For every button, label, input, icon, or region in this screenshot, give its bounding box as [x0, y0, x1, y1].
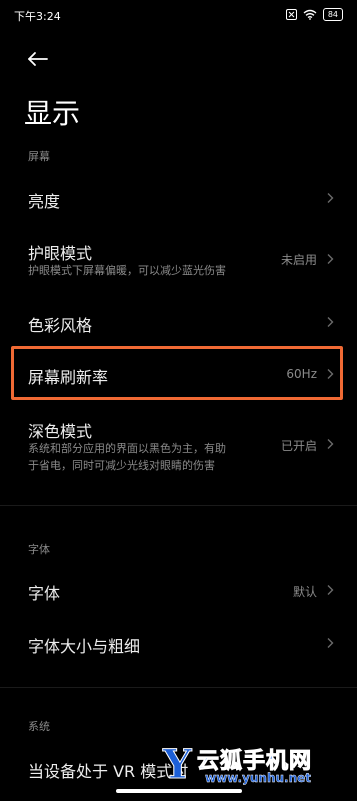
status-icons: 84 — [285, 8, 343, 21]
chevron-right-icon — [327, 254, 334, 264]
setting-title: 字体大小与粗细 — [28, 637, 141, 656]
watermark-logo: Y — [163, 741, 193, 789]
setting-font[interactable]: 字体 默认 — [0, 570, 357, 610]
status-bar: 下午3:24 84 — [0, 0, 357, 30]
back-button[interactable] — [24, 44, 54, 74]
setting-title: 亮度 — [28, 192, 61, 211]
highlight-box — [11, 346, 343, 400]
chevron-right-icon — [327, 193, 334, 203]
alarm-off-icon — [285, 9, 297, 20]
home-indicator[interactable] — [116, 789, 242, 793]
status-time: 下午3:24 — [14, 10, 61, 23]
setting-title: 深色模式 — [28, 422, 93, 441]
section-divider — [0, 687, 357, 688]
setting-subtitle-line1: 系统和部分应用的界面以黑色为主，有助 — [28, 442, 226, 455]
setting-title: 字体 — [28, 584, 61, 603]
setting-value: 默认 — [292, 585, 317, 599]
setting-title: 色彩风格 — [28, 316, 93, 335]
watermark: Y 云狐手机网 www.yunhu.net — [163, 741, 353, 789]
setting-subtitle-line2: 于省电，同时可减少光线对眼睛的伤害 — [28, 459, 215, 472]
setting-subtitle: 护眼模式下屏幕偏暖，可以减少蓝光伤害 — [28, 264, 226, 277]
section-label-screen: 屏幕 — [28, 150, 50, 163]
setting-font-size-weight[interactable]: 字体大小与粗细 — [0, 623, 357, 663]
setting-color-style[interactable]: 色彩风格 — [0, 302, 357, 342]
chevron-right-icon — [327, 439, 334, 449]
setting-value: 已开启 — [280, 439, 317, 453]
back-arrow-icon — [28, 52, 48, 66]
section-divider — [0, 505, 357, 506]
section-label-font: 字体 — [28, 543, 50, 556]
chevron-right-icon — [327, 638, 334, 648]
setting-title: 护眼模式 — [28, 244, 93, 263]
chevron-right-icon — [327, 317, 334, 327]
wifi-icon — [303, 9, 317, 20]
page-title: 显示 — [24, 97, 81, 130]
setting-value: 未启用 — [280, 253, 317, 267]
watermark-url: www.yunhu.net — [205, 771, 312, 785]
setting-dark-mode[interactable]: 深色模式 系统和部分应用的界面以黑色为主，有助 于省电，同时可减少光线对眼睛的伤… — [0, 412, 357, 480]
battery-icon: 84 — [322, 8, 343, 21]
setting-eye-care[interactable]: 护眼模式 护眼模式下屏幕偏暖，可以减少蓝光伤害 未启用 — [0, 234, 357, 286]
section-label-system: 系统 — [28, 720, 50, 733]
chevron-right-icon — [327, 585, 334, 595]
setting-brightness[interactable]: 亮度 — [0, 178, 357, 218]
